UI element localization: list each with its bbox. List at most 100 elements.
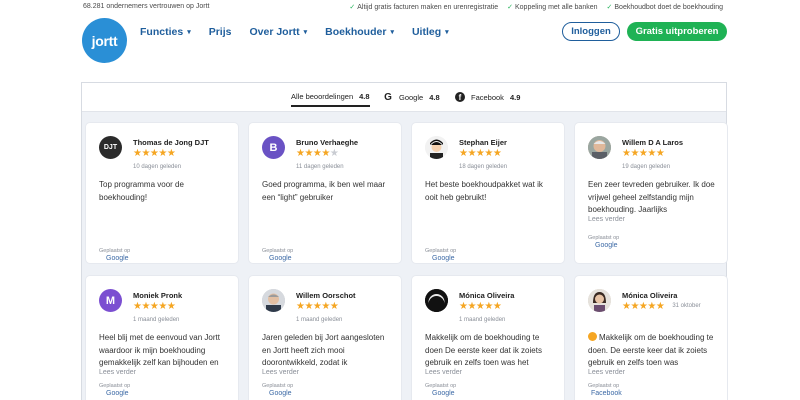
person-avatar-icon xyxy=(588,289,611,312)
reviewer-name: Stephan Eijer xyxy=(459,138,507,147)
posted-label: Geplaatst op xyxy=(99,248,131,254)
login-button[interactable]: Inloggen xyxy=(562,22,620,41)
review-text: Een zeer tevreden gebruiker. Ik doe vrij… xyxy=(588,180,715,214)
review-card: B Bruno Verhaeghe ★★★★★ 11 dagen geleden… xyxy=(249,123,401,263)
review-date: 19 dagen geleden xyxy=(622,164,671,170)
chevron-down-icon: ▾ xyxy=(187,29,191,36)
chevron-down-icon: ▾ xyxy=(303,29,308,36)
posted-label: Geplaatst op xyxy=(425,383,457,389)
avatar xyxy=(425,289,448,312)
usp-list: ✓ Altijd gratis facturen maken en urenreg… xyxy=(349,3,723,11)
person-avatar-icon xyxy=(425,136,448,159)
review-card: Stephan Eijer ★★★★★ 18 dagen geleden Het… xyxy=(412,123,564,263)
review-tabs: Alle beoordelingen 4.8 G Google 4.8 f Fa… xyxy=(82,83,726,112)
reviews-widget: Alle beoordelingen 4.8 G Google 4.8 f Fa… xyxy=(81,82,727,400)
avatar xyxy=(262,289,285,312)
review-source: Google xyxy=(432,255,455,262)
check-icon: ✓ xyxy=(507,4,513,11)
reviewer-name: Willem Oorschot xyxy=(296,291,356,300)
review-date: 11 dagen geleden xyxy=(296,164,344,170)
nav-item-over-jortt[interactable]: Over Jortt ▾ xyxy=(249,26,307,38)
review-card: DJT Thomas de Jong DJT ★★★★★ 10 dagen ge… xyxy=(86,123,238,263)
star-rating: ★★★★★ xyxy=(622,148,665,159)
review-date: 1 maand geleden xyxy=(133,317,180,323)
review-text: Goed programma, ik ben wel maar een “lig… xyxy=(262,180,386,202)
review-text: Makkelijk om de boekhouding te doen. De … xyxy=(588,332,714,367)
review-text: Jaren geleden bij Jort aangesloten en Jo… xyxy=(262,333,385,367)
posted-label: Geplaatst op xyxy=(262,383,294,389)
trust-text: 68.281 ondernemers vertrouwen op Jortt xyxy=(83,3,210,10)
review-card: Willem Oorschot ★★★★★ 1 maand geleden Ja… xyxy=(249,276,401,400)
review-date: 1 maand geleden xyxy=(296,317,343,323)
star-rating: ★★★★★ 31 oktober xyxy=(622,301,701,312)
usp-item: ✓ Altijd gratis facturen maken en urenreg… xyxy=(349,4,499,11)
read-more-link[interactable]: Lees verder xyxy=(425,369,462,376)
review-text: Makkelijk om de boekhouding te doen De e… xyxy=(425,333,542,367)
reviewer-name: Thomas de Jong DJT xyxy=(133,138,209,147)
person-avatar-icon xyxy=(588,136,611,159)
review-source: Facebook xyxy=(591,390,622,397)
nav-item-prijs[interactable]: Prijs xyxy=(209,26,232,38)
reviewer-name: Willem D A Laros xyxy=(622,138,684,147)
star-rating: ★★★★★ xyxy=(296,148,339,159)
review-date: 1 maand geleden xyxy=(459,317,506,323)
tab-all-reviews[interactable]: Alle beoordelingen 4.8 xyxy=(291,92,370,107)
review-source: Google xyxy=(432,390,455,397)
jortt-logo[interactable]: jortt xyxy=(82,18,127,63)
person-avatar-icon xyxy=(262,289,285,312)
nav-item-boekhouder[interactable]: Boekhouder ▾ xyxy=(325,26,394,38)
chevron-down-icon: ▾ xyxy=(390,29,394,36)
avatar xyxy=(588,289,611,312)
check-icon: ✓ xyxy=(606,4,613,11)
star-rating: ★★★★★ xyxy=(133,148,176,159)
read-more-link[interactable]: Lees verder xyxy=(588,216,625,223)
review-source: Google xyxy=(595,242,618,249)
review-date: 18 dagen geleden xyxy=(459,164,508,170)
review-card: Willem D A Laros ★★★★★ 19 dagen geleden … xyxy=(575,123,727,263)
posted-label: Geplaatst op xyxy=(262,248,294,254)
usp-item: ✓ Boekhoudbot doet de boekhouding xyxy=(606,4,723,11)
free-trial-button[interactable]: Gratis uitproberen xyxy=(627,22,727,41)
review-card: Mónica Oliveira ★★★★★ 31 oktober Makkelij… xyxy=(575,276,727,400)
top-strip: 68.281 ondernemers vertrouwen op Jortt ✓… xyxy=(0,0,800,14)
posted-label: Geplaatst op xyxy=(425,248,457,254)
tab-facebook[interactable]: f Facebook 4.9 xyxy=(455,92,520,102)
review-source: Google xyxy=(106,390,129,397)
read-more-link[interactable]: Lees verder xyxy=(99,369,136,376)
posted-label: Geplaatst op xyxy=(588,235,620,241)
posted-label: Geplaatst op xyxy=(588,383,620,389)
main-nav: Functies ▾ Prijs Over Jortt ▾ Boekhouder ▾ … xyxy=(140,26,467,38)
star-rating: ★★★★★ xyxy=(459,148,502,159)
avatar: M xyxy=(99,289,122,312)
nav-item-functies[interactable]: Functies ▾ xyxy=(140,26,191,38)
reviewer-name: Moniek Pronk xyxy=(133,291,183,300)
review-source: Google xyxy=(269,255,292,262)
reviewer-name: Mónica Oliveira xyxy=(622,291,678,300)
review-date: 10 dagen geleden xyxy=(133,164,182,170)
review-source: Google xyxy=(269,390,292,397)
read-more-link[interactable]: Lees verder xyxy=(262,369,299,376)
avatar xyxy=(425,136,448,159)
review-card: Mónica Oliveira ★★★★★ 1 maand geleden Ma… xyxy=(412,276,564,400)
review-card: M Moniek Pronk ★★★★★ 1 maand geleden Hee… xyxy=(86,276,238,400)
usp-item: ✓ Koppeling met alle banken xyxy=(507,4,598,11)
avatar xyxy=(588,136,611,159)
review-text: Het beste boekhoudpakket wat ik ooit heb… xyxy=(425,180,543,202)
avatar: B xyxy=(262,136,285,159)
review-text: Heel blij met de eenvoud van Jortt waard… xyxy=(99,333,220,367)
review-source: Google xyxy=(106,255,129,262)
nav-item-uitleg[interactable]: Uitleg ▾ xyxy=(412,26,449,38)
chevron-down-icon: ▾ xyxy=(445,29,449,36)
smiley-emoji-icon xyxy=(588,332,597,341)
tab-google[interactable]: G Google 4.8 xyxy=(383,91,440,103)
star-rating: ★★★★★ xyxy=(133,301,176,312)
read-more-link[interactable]: Lees verder xyxy=(588,369,625,376)
review-date: 31 oktober xyxy=(672,303,701,309)
google-icon: G xyxy=(383,91,393,103)
check-icon: ✓ xyxy=(349,4,356,11)
person-avatar-icon xyxy=(425,289,448,312)
star-rating: ★★★★★ xyxy=(459,301,502,312)
posted-label: Geplaatst op xyxy=(99,383,131,389)
reviewer-name: Mónica Oliveira xyxy=(459,291,515,300)
review-text: Top programma voor de boekhouding! xyxy=(99,180,184,202)
